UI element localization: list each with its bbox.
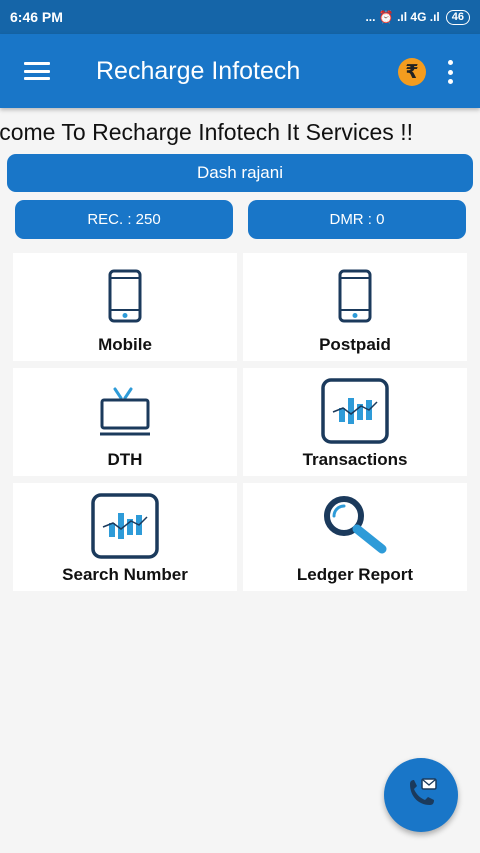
tv-icon [90,378,160,444]
mobile-phone-icon [320,263,390,329]
dmr-balance-label: DMR : 0 [329,211,385,228]
tile-label: Search Number [62,565,188,584]
welcome-text: Welcome To Recharge Infotech It Services… [0,119,413,145]
more-vert-icon[interactable] [440,56,460,88]
rec-balance-button[interactable]: REC. : 250 [15,200,233,239]
tile-postpaid[interactable]: Postpaid [243,253,467,361]
status-icons: ... ⏰ .ıl 4G .ıl [365,10,440,24]
battery-icon: 46 [445,9,470,25]
tile-label: Ledger Report [296,565,414,584]
tile-search-number[interactable]: Search Number [13,483,237,591]
chart-icon [320,378,390,444]
welcome-marquee: Welcome To Recharge Infotech It Services… [0,116,480,152]
status-time: 6:46 PM [10,9,63,25]
user-name: Dash rajani [197,163,283,182]
mobile-phone-icon [90,263,160,329]
tile-ledger-report[interactable]: Ledger Report [243,483,467,591]
status-indicators: ... ⏰ .ıl 4G .ıl 46 [365,9,470,25]
user-name-bar: Dash rajani [7,154,473,192]
tile-mobile[interactable]: Mobile [13,253,237,361]
chart-icon [90,493,160,559]
rupee-icon[interactable]: ₹ [398,58,426,86]
call-fab-button[interactable] [384,758,458,832]
hamburger-icon[interactable] [0,34,74,108]
rec-balance-label: REC. : 250 [87,211,161,228]
tile-label: Mobile [98,335,152,354]
magnifier-icon [320,493,390,559]
dmr-balance-button[interactable]: DMR : 0 [248,200,466,239]
phone-message-icon [404,776,438,815]
app-title: Recharge Infotech [96,56,301,85]
tile-label: Transactions [302,450,408,469]
tile-transactions[interactable]: Transactions [243,368,467,476]
status-bar: 6:46 PM ... ⏰ .ıl 4G .ıl 46 [0,0,480,34]
app-bar: Recharge Infotech ₹ [0,34,480,108]
tile-label: Postpaid [319,335,391,354]
tile-dth[interactable]: DTH [13,368,237,476]
tile-label: DTH [107,450,143,469]
